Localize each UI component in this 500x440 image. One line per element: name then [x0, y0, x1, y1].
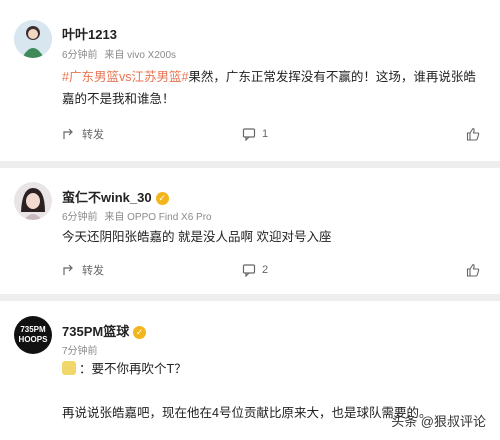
like-button[interactable] [466, 260, 480, 280]
post-meta: 6分钟前 来自 vivo X200s [62, 46, 176, 61]
forward-label: 转发 [82, 129, 104, 141]
post-card: 叶叶1213 6分钟前 来自 vivo X200s #广东男篮vs江苏男篮#果然… [0, 0, 500, 161]
post-time: 6分钟前 [62, 212, 98, 223]
post-device: 来自 vivo X200s [104, 50, 177, 61]
like-button[interactable] [466, 124, 480, 144]
watermark-text: 头条 @狠叔评论 [391, 414, 486, 429]
username[interactable]: 蛮仁不wink_30 [62, 190, 152, 205]
username[interactable]: 735PM篮球 [62, 324, 129, 339]
username-row: 蛮仁不wink_30 ✓ [62, 187, 169, 206]
avatar-text-line2: HOOPS [18, 335, 48, 344]
comment-count: 2 [262, 264, 269, 276]
emoji-icon [62, 361, 76, 375]
forward-icon [63, 128, 73, 139]
thumbs-up-icon [466, 263, 480, 277]
forward-button[interactable]: 转发 [62, 124, 104, 144]
username[interactable]: 叶叶1213 [62, 24, 117, 43]
comment-icon [242, 264, 256, 277]
comment-count: 1 [262, 128, 269, 140]
comment-button[interactable]: 1 [242, 124, 268, 144]
avatar[interactable] [14, 182, 52, 220]
avatar-image [14, 182, 52, 220]
post-text-line: ：要不你再吹个T？ [62, 358, 484, 380]
post-text: #广东男篮vs江苏男篮#果然，广东正常发挥没有不赢的！这场，谁再说张皓嘉的不是我… [62, 66, 484, 110]
post-text: 今天还阴阳张皓嘉的 就是没人品啊 欢迎对号入座 [62, 230, 332, 244]
username-row: 735PM篮球 ✓ [62, 321, 147, 340]
comment-button[interactable]: 2 [242, 260, 268, 280]
comment-icon [242, 128, 256, 141]
avatar-image [14, 20, 52, 58]
avatar[interactable] [14, 20, 52, 58]
watermark: 头条 @狠叔评论 [391, 411, 486, 430]
avatar[interactable]: 735PM HOOPS [14, 316, 52, 354]
forward-icon [63, 264, 73, 275]
post-time: 6分钟前 [62, 50, 98, 61]
verified-badge-icon: ✓ [155, 192, 169, 205]
action-bar: 转发 1 [62, 124, 484, 144]
post-device: 来自 OPPO Find X6 Pro [104, 212, 212, 223]
forward-button[interactable]: 转发 [62, 260, 104, 280]
thumbs-up-icon [466, 127, 480, 141]
post-text-line1: ：要不你再吹个T？ [79, 362, 187, 376]
hashtag-link[interactable]: #广东男篮vs江苏男篮# [62, 70, 188, 84]
avatar-text-line1: 735PM [20, 325, 46, 334]
post-meta: 7分钟前 [62, 342, 98, 357]
post-meta: 6分钟前 来自 OPPO Find X6 Pro [62, 208, 212, 223]
forward-label: 转发 [82, 265, 104, 277]
verified-badge-icon: ✓ [133, 326, 147, 339]
action-bar: 转发 2 [62, 260, 484, 280]
post-time: 7分钟前 [62, 346, 98, 357]
